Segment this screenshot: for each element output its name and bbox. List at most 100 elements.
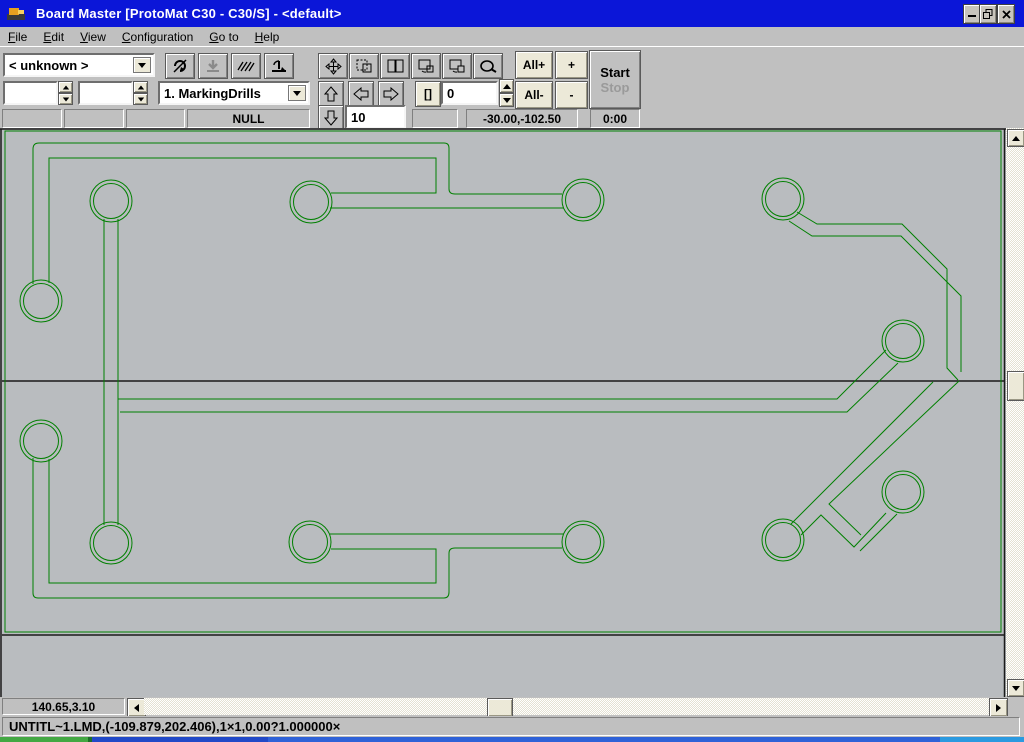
- status-bar: UNTITL~1.LMD,(-109.879,202.406),1×1,0.00…: [0, 716, 1024, 737]
- title-bar[interactable]: Board Master [ProtoMat C30 - C30/S] - <d…: [0, 0, 1024, 27]
- connect-machine-button[interactable]: [165, 53, 195, 79]
- arrow-right-icon: [383, 87, 399, 101]
- scroll-right-button[interactable]: [989, 698, 1008, 717]
- restore-button[interactable]: [979, 4, 997, 24]
- zoom-icon: [479, 59, 497, 74]
- menu-file[interactable]: File: [0, 29, 35, 45]
- import-button[interactable]: [198, 53, 228, 79]
- menu-help[interactable]: Help: [247, 29, 288, 45]
- spinner-down-icon[interactable]: [58, 93, 73, 105]
- arrow-up-icon: [1012, 136, 1020, 141]
- status-cell-2: [64, 109, 124, 128]
- x-coordinate-input[interactable]: [3, 81, 58, 105]
- all-plus-button[interactable]: All+: [515, 51, 553, 79]
- tool-head-combobox[interactable]: < unknown >: [3, 53, 155, 77]
- tool-status-cell: NULL: [187, 109, 310, 128]
- taskbar[interactable]: [0, 737, 1024, 742]
- arrow-up-icon: [324, 86, 338, 102]
- arrow-down-icon: [324, 110, 338, 126]
- time-cell: 0:00: [590, 109, 640, 128]
- application-window: Board Master [ProtoMat C30 - C30/S] - <d…: [0, 0, 1024, 742]
- menu-view[interactable]: View: [72, 29, 114, 45]
- hscroll-thumb[interactable]: [487, 698, 513, 717]
- start-stop-button[interactable]: Start Stop: [589, 50, 641, 109]
- cursor-coordinates-cell: 140.65,3.10: [2, 698, 125, 715]
- phase-combobox[interactable]: 1. MarkingDrills: [158, 81, 310, 105]
- move-selection-button[interactable]: [318, 53, 348, 79]
- minimize-icon: [968, 15, 976, 17]
- spinner-down-icon[interactable]: [499, 93, 514, 107]
- x-spinner[interactable]: [58, 81, 73, 105]
- status-cell-4: [412, 109, 458, 128]
- close-button[interactable]: [997, 4, 1015, 24]
- status-cell-3: [126, 109, 185, 128]
- start-label: Start: [600, 65, 630, 80]
- taskbar-tray: [940, 737, 1024, 742]
- bring-front-button[interactable]: [442, 53, 472, 79]
- spinner-down-icon[interactable]: [133, 93, 148, 105]
- hscroll-track[interactable]: [144, 698, 989, 715]
- pcb-svg: [0, 128, 1006, 697]
- restore-icon: [983, 9, 993, 19]
- toolbar: < unknown >: [0, 46, 1024, 129]
- refresh-slash-icon: [171, 58, 189, 74]
- phase-value: 1. MarkingDrills: [164, 86, 261, 101]
- plus-button[interactable]: +: [555, 51, 588, 79]
- position-cell: -30.00,-102.50: [466, 109, 578, 128]
- menu-edit[interactable]: Edit: [35, 29, 72, 45]
- tool-head-value: < unknown >: [9, 58, 88, 73]
- place-board-icon: [270, 59, 288, 74]
- mirror-windows-button[interactable]: [380, 53, 410, 79]
- mirror-windows-icon: [387, 59, 404, 73]
- jog-up-button[interactable]: [318, 81, 344, 107]
- taskbar-window-button[interactable]: [268, 737, 940, 742]
- all-minus-button[interactable]: All-: [515, 81, 553, 109]
- menu-bar: File Edit View Configuration Go to Help: [0, 28, 1024, 46]
- window-title: Board Master [ProtoMat C30 - C30/S] - <d…: [36, 6, 342, 21]
- taskbar-start-button[interactable]: [0, 737, 88, 742]
- vertical-scrollbar[interactable]: [1006, 128, 1024, 696]
- stop-label: Stop: [601, 80, 630, 95]
- y-spinner[interactable]: [133, 81, 148, 105]
- arrow-left-icon: [353, 87, 369, 101]
- menu-configuration[interactable]: Configuration: [114, 29, 201, 45]
- step-value: 0: [447, 86, 454, 101]
- milling-area-button[interactable]: [231, 53, 261, 79]
- app-icon: [6, 5, 26, 21]
- spinner-up-icon[interactable]: [58, 81, 73, 93]
- hscroll-row: 140.65,3.10: [0, 697, 1024, 716]
- place-board-button[interactable]: [264, 53, 294, 79]
- pcb-canvas[interactable]: [0, 128, 1006, 697]
- scroll-down-button[interactable]: [1007, 679, 1024, 697]
- vscroll-track[interactable]: [1006, 128, 1024, 696]
- jog-left-button[interactable]: [348, 81, 374, 107]
- arrow-left-icon: [134, 704, 139, 712]
- send-back-icon: [418, 59, 435, 74]
- zoom-button[interactable]: [473, 53, 503, 79]
- step-spinner[interactable]: [499, 79, 514, 107]
- brackets-button[interactable]: []: [415, 81, 441, 107]
- jog-right-button[interactable]: [378, 81, 404, 107]
- chevron-down-icon[interactable]: [288, 85, 306, 101]
- menu-goto[interactable]: Go to: [201, 29, 246, 45]
- arrow-down-icon: [1012, 686, 1020, 691]
- send-back-button[interactable]: [411, 53, 441, 79]
- y-coordinate-input[interactable]: [78, 81, 133, 105]
- depth-value: 10: [351, 110, 365, 125]
- spinner-up-icon[interactable]: [499, 79, 514, 93]
- taskbar-section: [92, 737, 268, 742]
- spinner-up-icon[interactable]: [133, 81, 148, 93]
- copy-selection-icon: [356, 59, 373, 74]
- status-cell-1: [2, 109, 62, 128]
- copy-selection-button[interactable]: [349, 53, 379, 79]
- minus-button[interactable]: -: [555, 81, 588, 109]
- arrow-right-icon: [996, 704, 1001, 712]
- download-disabled-icon: [205, 59, 221, 73]
- step-input[interactable]: 0: [441, 81, 498, 105]
- vscroll-thumb[interactable]: [1007, 371, 1024, 401]
- scroll-up-button[interactable]: [1007, 129, 1024, 147]
- depth-input[interactable]: 10: [345, 105, 406, 129]
- chevron-down-icon[interactable]: [133, 57, 151, 73]
- move-icon: [325, 58, 342, 75]
- bring-front-icon: [449, 59, 466, 74]
